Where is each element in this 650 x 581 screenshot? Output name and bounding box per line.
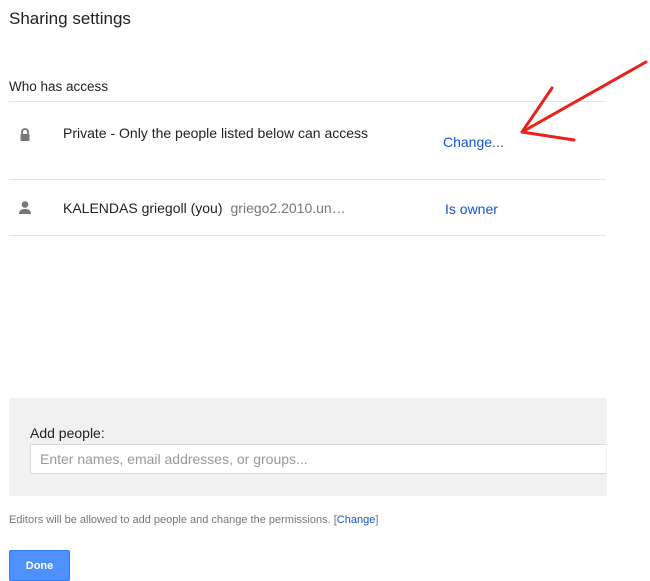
editors-note: Editors will be allowed to add people an… <box>9 514 378 526</box>
add-people-panel: Add people: <box>9 398 607 496</box>
divider-bottom <box>9 235 606 236</box>
add-people-input[interactable] <box>30 444 606 474</box>
editors-note-bracket-close: ] <box>375 514 379 526</box>
add-people-label: Add people: <box>30 425 105 441</box>
lock-icon <box>18 127 32 143</box>
who-has-access-label: Who has access <box>9 79 109 94</box>
divider-middle <box>9 179 606 180</box>
dialog-title: Sharing settings <box>9 9 131 28</box>
change-visibility-link[interactable]: Change... <box>443 134 504 150</box>
change-permissions-link[interactable]: Change <box>337 514 376 526</box>
done-button[interactable]: Done <box>9 550 70 581</box>
divider-top <box>9 101 606 102</box>
owner-entry: KALENDAS griegoll (you) griego2.2010.un… <box>63 199 346 218</box>
owner-email: griego2.2010.un… <box>230 200 346 216</box>
person-icon <box>18 200 32 216</box>
visibility-description: Private - Only the people listed below c… <box>63 125 369 141</box>
editors-note-text: Editors will be allowed to add people an… <box>9 514 331 526</box>
owner-role[interactable]: Is owner <box>445 201 498 217</box>
owner-name: KALENDAS griegoll (you) <box>63 200 223 216</box>
